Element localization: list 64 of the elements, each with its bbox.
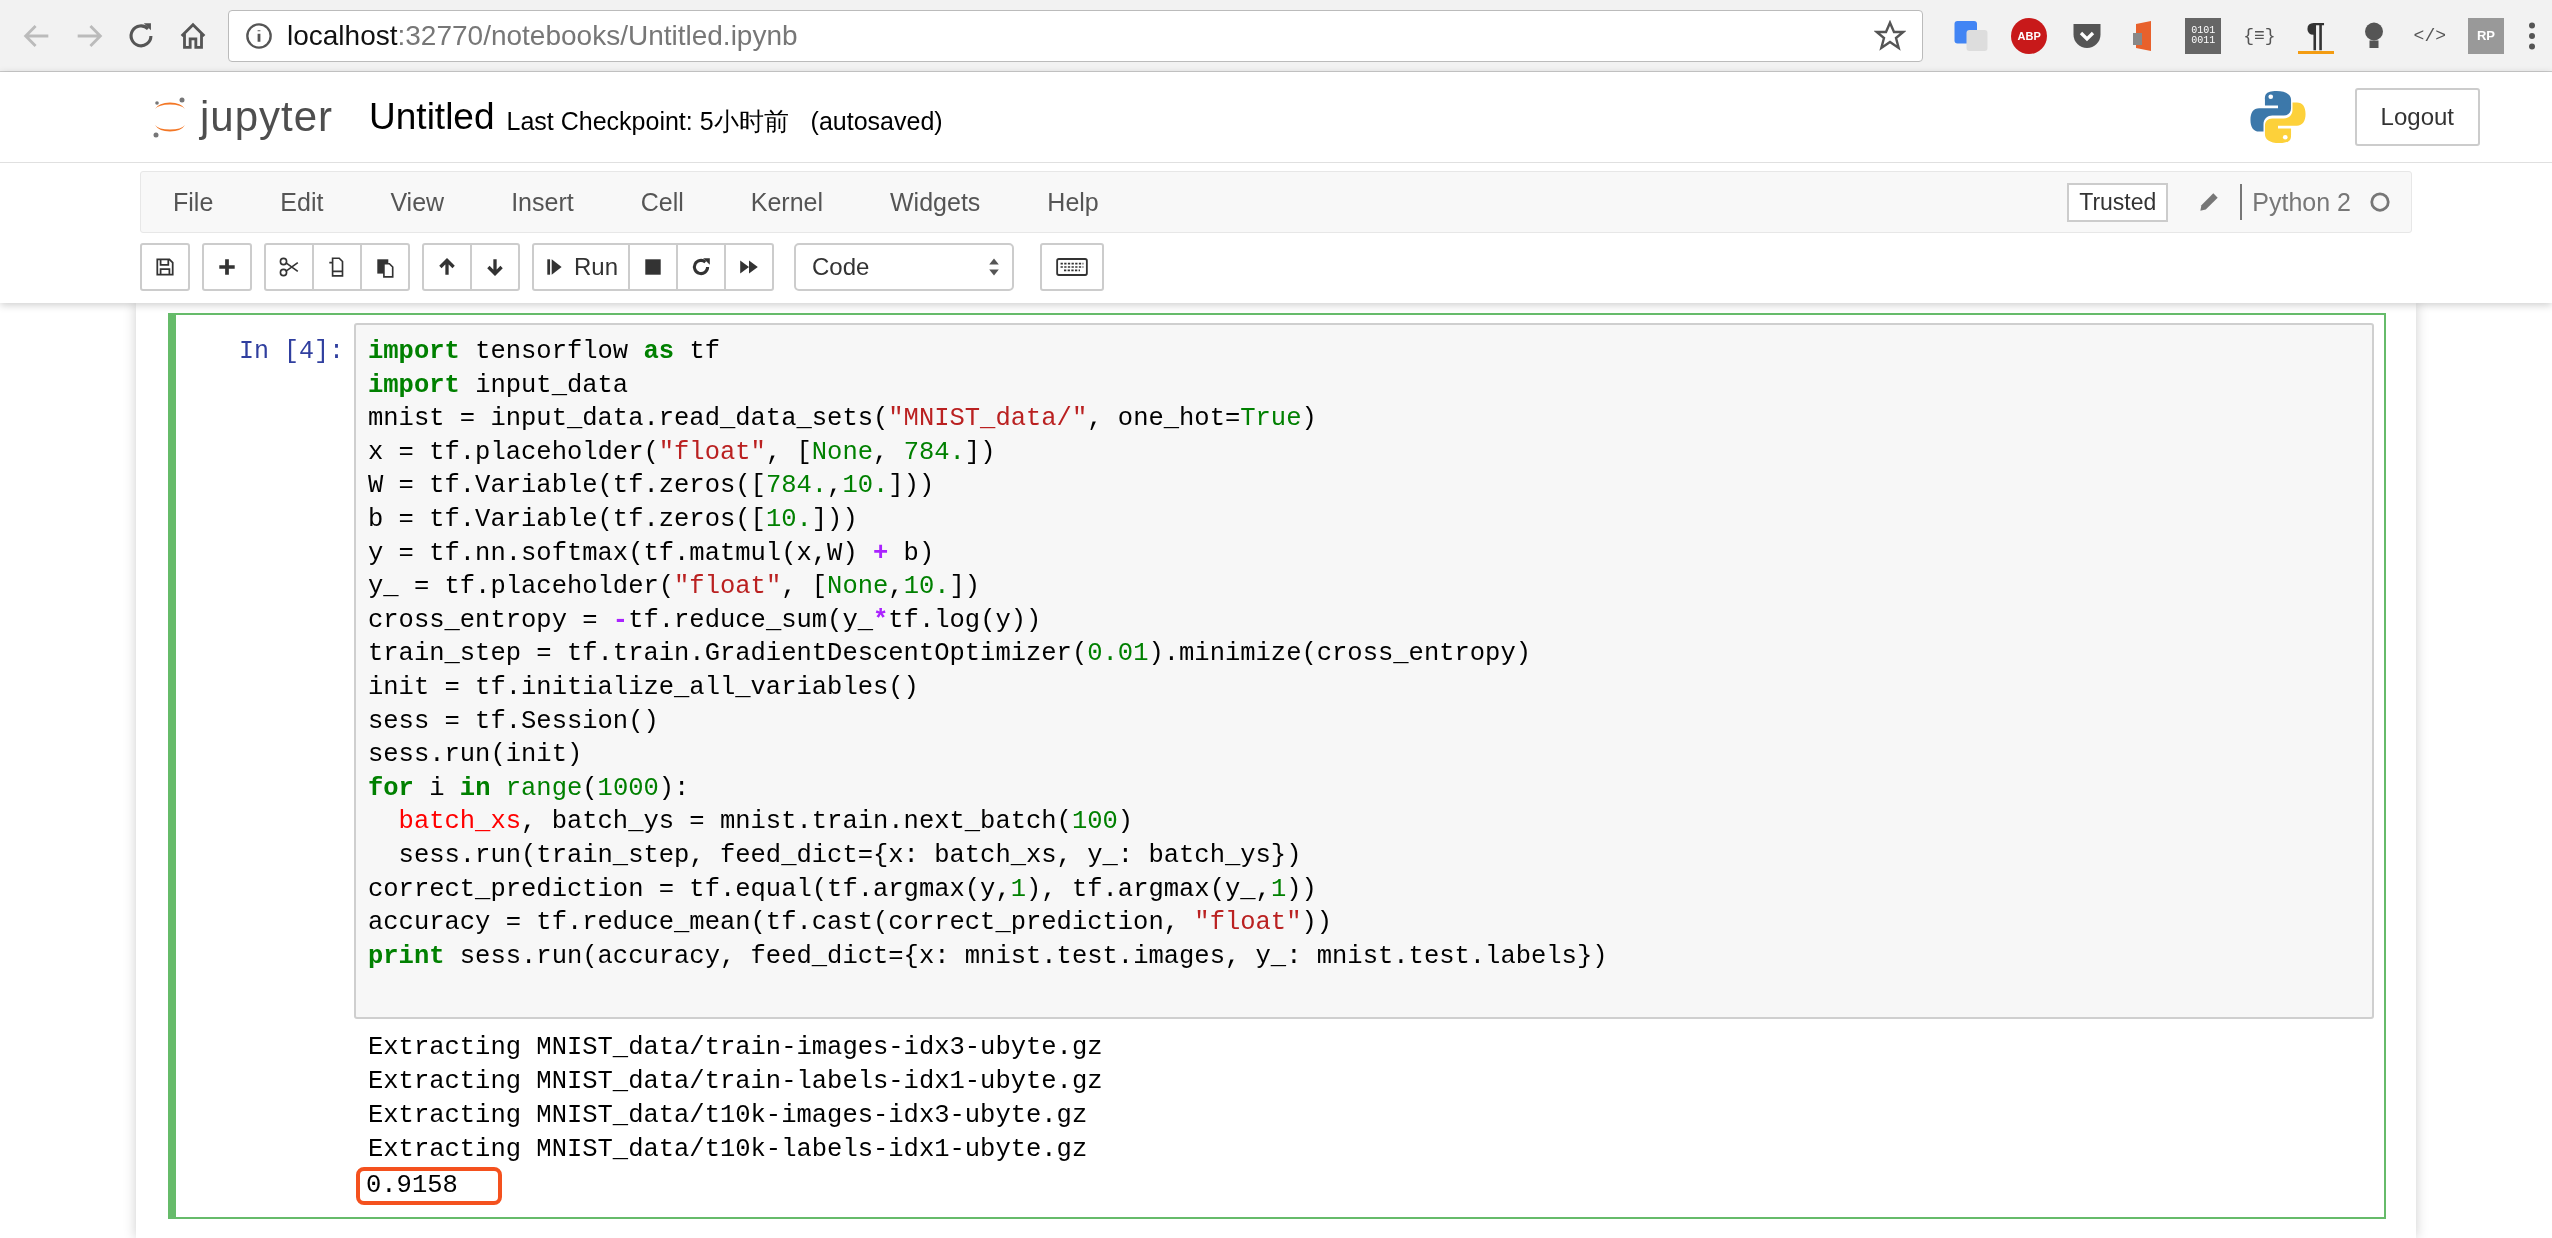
save-icon[interactable] [140, 243, 190, 291]
notebook-name[interactable]: Untitled [369, 96, 495, 138]
code-icon[interactable]: </> [2413, 17, 2446, 54]
code-editor[interactable] [354, 323, 2374, 1020]
menu-item[interactable]: Help [1047, 187, 1099, 217]
menu-item[interactable]: Edit [280, 187, 324, 217]
code-line: b = tf.Variable(tf.zeros([10.])) [368, 503, 859, 536]
code-line: x = tf.placeholder("float", [None, 784.]) [368, 436, 997, 469]
code-line: cross_entropy = -tf.reduce_sum(y_*tf.log(y)) [368, 604, 1043, 637]
menu-item[interactable]: File [173, 187, 214, 217]
output-text: Extracting MNIST_data/train-images-idx3-ubyte.gz [367, 1032, 1104, 1065]
menu-item[interactable]: Kernel [750, 187, 823, 217]
code-line: for i in range(1000): [368, 772, 691, 805]
code-line: y = tf.nn.softmax(tf.matmul(x,W) + b) [368, 537, 936, 570]
code-line: sess.run(train_step, feed_dict={x: batch_xs, y_: batch_ys}) [397, 839, 1303, 872]
kernel-name: Python 2 [2252, 187, 2351, 217]
plus-icon[interactable] [202, 243, 252, 291]
code-line: W = tf.Variable(tf.zeros([784.,10.])) [368, 470, 936, 503]
arrow-down-icon[interactable] [470, 243, 520, 291]
checkpoint-text: Last Checkpoint: 5小时前 [506, 105, 789, 137]
autosave-status: (autosaved) [810, 106, 943, 136]
logout-button[interactable]: Logout [2354, 88, 2480, 146]
braces-icon[interactable]: {≡} [2243, 17, 2276, 54]
keyboard-icon[interactable] [1040, 243, 1105, 291]
cell-type-select[interactable]: Code [794, 243, 1015, 291]
code-line: sess.run(init) [368, 739, 584, 772]
code-line: correct_prediction = tf.equal(tf.argmax(y,1), tf.argmax(y_,1)) [368, 873, 1318, 906]
arrow-up-icon[interactable] [422, 243, 472, 291]
scissors-icon[interactable] [264, 243, 314, 291]
output-text: Extracting MNIST_data/t10k-images-idx3-ubyte.gz [367, 1100, 1089, 1133]
code-line: init = tf.initialize_all_variables() [368, 671, 920, 704]
fast-forward-icon[interactable] [724, 243, 775, 291]
code-line: import tensorflow as tf [368, 336, 721, 368]
code-line: accuracy = tf.reduce_mean(tf.cast(correct_prediction, "float")) [368, 907, 1334, 940]
star-icon[interactable] [1874, 19, 1907, 52]
clipboard-icon[interactable] [360, 243, 410, 291]
updown-caret-icon [988, 256, 1001, 278]
highlighted-output-text: 0.9158 [356, 1167, 502, 1206]
code-line: sess = tf.Session() [368, 705, 660, 738]
code-cell[interactable] [168, 313, 2386, 1220]
input-prompt: In [4]: [237, 336, 345, 366]
logo-text: jupyter [200, 93, 334, 141]
menu-item[interactable]: Cell [640, 187, 684, 217]
address-bar[interactable]: localhost:32770/notebooks/Untitled.ipynb [228, 9, 1924, 62]
stop-icon[interactable] [628, 243, 679, 291]
python-logo-icon [2248, 88, 2307, 146]
code-line: y_ = tf.placeholder("float", [None,10.]) [368, 571, 982, 604]
binary-icon[interactable]: 0101 0011 [2185, 17, 2222, 54]
restart-icon[interactable] [676, 243, 727, 291]
adblock-icon[interactable]: ABP [2011, 17, 2048, 54]
copy-icon[interactable] [312, 243, 362, 291]
output-text: Extracting MNIST_data/t10k-labels-idx1-ubyte.gz [367, 1134, 1089, 1167]
code-line: import input_data [368, 369, 630, 402]
run-button[interactable]: Run [532, 243, 631, 291]
trusted-indicator[interactable]: Trusted [2067, 182, 2169, 222]
menu-item[interactable]: Widgets [890, 187, 981, 217]
menu-item[interactable]: Insert [511, 187, 574, 217]
code-line: batch_xs, batch_ys = mnist.train.next_batch(100) [397, 806, 1135, 839]
code-line: print sess.run(accuracy, feed_dict={x: mnist.test.images, y_: mnist.test.labels}) [368, 940, 1609, 973]
info-icon[interactable] [245, 21, 273, 50]
code-line: train_step = tf.train.GradientDescentOptimizer(0.01).minimize(cross_entropy) [368, 638, 1532, 671]
output-text: Extracting MNIST_data/train-labels-idx1-ubyte.gz [367, 1066, 1104, 1099]
menu-item[interactable]: View [390, 187, 445, 217]
code-line: mnist = input_data.read_data_sets("MNIST_data/", one_hot=True) [368, 403, 1318, 436]
